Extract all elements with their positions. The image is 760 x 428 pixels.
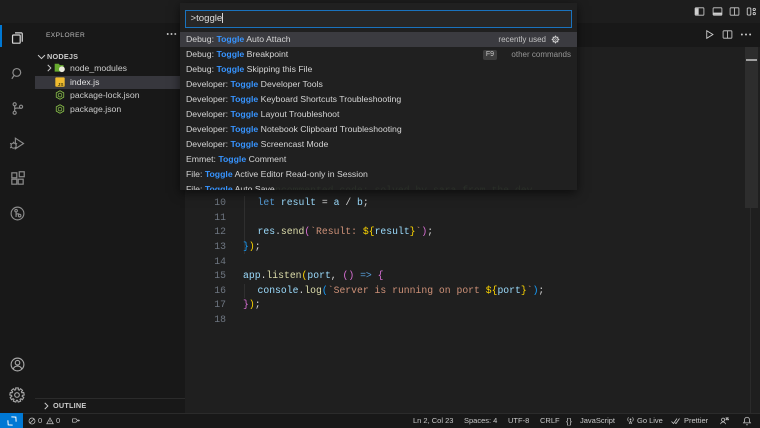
svg-text:JS: JS: [58, 82, 64, 87]
